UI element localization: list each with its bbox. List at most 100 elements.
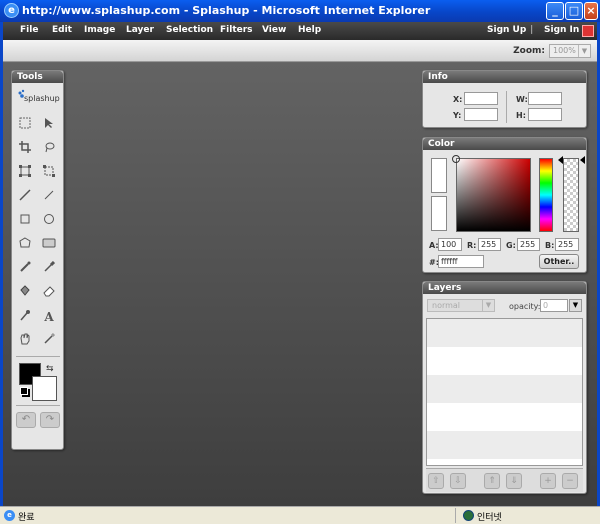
marquee-icon[interactable] (16, 116, 34, 134)
merge-up-icon[interactable]: ⇑ (484, 473, 500, 489)
text-tool-icon[interactable]: A (40, 308, 58, 326)
alpha-slider[interactable] (563, 158, 579, 232)
sign-up-link[interactable]: Sign Up (487, 25, 526, 35)
redo-icon[interactable]: ↷ (40, 412, 60, 428)
x-field[interactable] (464, 92, 498, 105)
sign-in-link[interactable]: Sign In (544, 25, 579, 35)
layer-row (427, 319, 582, 347)
r-field[interactable]: 255 (478, 238, 501, 251)
move-layer-up-icon[interactable]: ⇧ (428, 473, 444, 489)
g-field[interactable]: 255 (517, 238, 540, 251)
color-panel: Color A: 100 R: 255 G: 255 B: 255 #: fff… (422, 137, 587, 273)
maximize-button[interactable]: □ (565, 2, 583, 20)
chevron-down-icon: ▼ (578, 45, 590, 57)
close-button[interactable]: × (584, 2, 598, 20)
options-bar: Zoom: 100% ▼ (3, 40, 597, 62)
menu-bar: File Edit Image Layer Selection Filters … (3, 22, 597, 40)
transform-icon[interactable] (16, 164, 34, 182)
fill-bucket-icon[interactable] (16, 284, 34, 302)
hand-icon[interactable] (16, 332, 34, 350)
y-field[interactable] (464, 108, 498, 121)
alpha-arrow-icon[interactable] (580, 156, 585, 164)
layer-row (427, 375, 582, 403)
hex-field[interactable]: ffffff (438, 255, 484, 268)
default-colors-icon[interactable] (20, 387, 28, 395)
layers-list[interactable] (426, 318, 583, 466)
g-label: G: (506, 241, 516, 250)
window-title: http://www.splashup.com - Splashup - Mic… (22, 4, 431, 17)
info-title: Info (423, 71, 586, 83)
menu-image[interactable]: Image (84, 25, 115, 35)
menu-separator: | (530, 25, 534, 35)
zoom-select[interactable]: 100% ▼ (549, 44, 591, 58)
b-label: B: (545, 241, 555, 250)
ie-icon: e (4, 3, 19, 18)
minimize-button[interactable]: _ (546, 2, 564, 20)
saturation-brightness-picker[interactable] (456, 158, 531, 232)
hue-slider[interactable] (539, 158, 553, 232)
chevron-down-icon: ▼ (482, 300, 494, 311)
h-label: H: (516, 111, 526, 120)
other-colors-button[interactable]: Other.. (539, 254, 579, 269)
menu-edit[interactable]: Edit (52, 25, 72, 35)
eraser-icon[interactable] (40, 284, 58, 302)
close-app-icon[interactable] (582, 25, 594, 37)
polygon-icon[interactable] (16, 236, 34, 254)
hue-arrow-icon[interactable] (554, 156, 563, 164)
merge-down-icon[interactable]: ⇓ (506, 473, 522, 489)
layer-row (427, 431, 582, 459)
lasso-icon[interactable] (40, 140, 58, 158)
zone-text: 인터넷 (477, 513, 502, 523)
blend-mode-value: normal (432, 301, 461, 310)
status-text: 완료 (18, 513, 35, 523)
menu-selection[interactable]: Selection (166, 25, 213, 35)
layer-row (427, 347, 582, 375)
brush-icon[interactable] (16, 260, 34, 278)
h-field[interactable] (528, 108, 562, 121)
b-field[interactable]: 255 (555, 238, 579, 251)
swap-colors-icon[interactable]: ⇆ (46, 364, 54, 374)
zoom-label: Zoom: (513, 46, 545, 56)
distort-icon[interactable] (40, 164, 58, 182)
a-field[interactable]: 100 (438, 238, 462, 251)
menu-file[interactable]: File (20, 25, 38, 35)
background-color-swatch[interactable] (32, 376, 57, 401)
smudge-icon[interactable] (40, 332, 58, 350)
w-field[interactable] (528, 92, 562, 105)
opacity-dropdown-icon[interactable]: ▼ (569, 299, 582, 312)
r-label: R: (467, 241, 477, 250)
menu-view[interactable]: View (262, 25, 286, 35)
pointer-icon[interactable] (40, 116, 58, 134)
blend-mode-select[interactable]: normal ▼ (427, 299, 495, 312)
ellipse-icon[interactable] (40, 212, 58, 230)
x-label: X: (453, 95, 463, 104)
rounded-rect-icon[interactable] (40, 236, 58, 254)
menu-filters[interactable]: Filters (220, 25, 253, 35)
layers-title: Layers (423, 282, 586, 294)
info-panel: Info X: Y: W: H: (422, 70, 587, 128)
info-divider (506, 91, 507, 123)
status-bar: e 완료 인터넷 (0, 506, 600, 524)
line-icon[interactable] (16, 188, 34, 206)
menu-help[interactable]: Help (298, 25, 321, 35)
add-layer-icon[interactable]: + (540, 473, 556, 489)
pencil-icon[interactable] (40, 188, 58, 206)
move-layer-down-icon[interactable]: ⇩ (450, 473, 466, 489)
color-title: Color (423, 138, 586, 150)
rectangle-icon[interactable] (16, 212, 34, 230)
new-color-swatch (431, 158, 447, 193)
tools-divider (16, 356, 60, 357)
opacity-field[interactable]: 0 (540, 299, 568, 312)
layer-row (427, 403, 582, 431)
delete-layer-icon[interactable]: − (562, 473, 578, 489)
tools-panel: Tools splashup A ⇆ ↶ ↷ (11, 70, 64, 450)
eyedropper-icon[interactable] (16, 308, 34, 326)
picker-cursor-icon[interactable] (452, 155, 460, 163)
menu-layer[interactable]: Layer (126, 25, 154, 35)
logo-text: splashup (24, 94, 60, 103)
undo-icon[interactable]: ↶ (16, 412, 36, 428)
airbrush-icon[interactable] (40, 260, 58, 278)
crop-icon[interactable] (16, 140, 34, 158)
y-label: Y: (453, 111, 462, 120)
ie-page-icon: e (4, 510, 15, 521)
